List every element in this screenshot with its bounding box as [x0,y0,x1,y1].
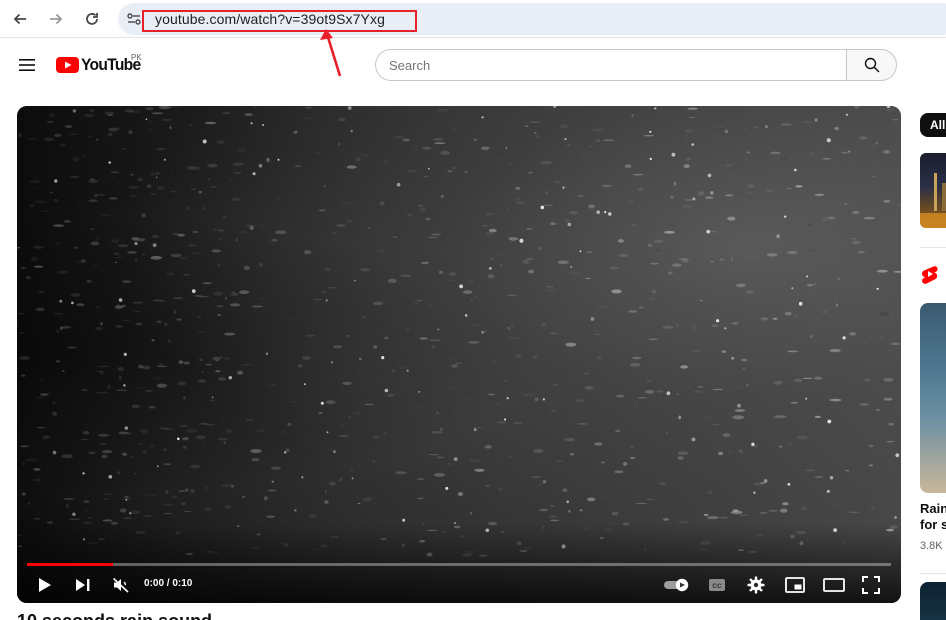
url-highlight-annotation [142,10,417,32]
miniplayer-icon [785,577,805,593]
next-icon [76,579,90,591]
back-button[interactable] [8,7,32,31]
progress-bar[interactable] [27,563,891,566]
svg-text:CC: CC [712,583,722,590]
short-thumbnail[interactable] [920,303,946,493]
closed-captions-icon: CC [709,579,725,591]
time-display: 0:00 / 0:10 [144,578,193,589]
chip-all[interactable]: All [920,113,946,137]
short-title-line-1: Rain [920,501,946,516]
youtube-play-logo-icon [56,57,79,73]
hamburger-menu-icon [19,59,35,71]
fullscreen-button[interactable] [859,572,883,598]
next-button[interactable] [71,572,95,598]
arrow-right-icon [50,13,63,25]
search-field[interactable] [375,49,847,81]
fullscreen-icon [862,576,880,594]
short-title[interactable]: Rain for s [920,501,946,533]
autoplay-toggle[interactable] [663,572,691,598]
subtitles-button[interactable]: CC [705,572,729,598]
reload-button[interactable] [80,7,104,31]
guide-menu-button[interactable] [14,52,40,78]
volume-muted-icon [112,577,129,593]
search-button[interactable] [846,49,897,81]
theater-mode-button[interactable] [821,572,847,598]
country-code: PK [131,53,142,62]
site-info-icon[interactable] [126,11,142,27]
forward-button[interactable] [44,7,68,31]
autoplay-toggle-icon [664,578,689,592]
sidebar-divider [920,573,946,574]
miniplayer-button[interactable] [783,572,807,598]
search-input[interactable] [376,50,847,80]
video-title: 10 seconds rain sound [17,611,212,620]
play-icon [39,578,51,592]
youtube-header: YouTube PK [0,38,946,94]
recommended-video-thumbnail[interactable] [920,153,946,228]
shorts-logo-icon [922,266,938,284]
video-player[interactable]: 0:00 / 0:10 CC [17,106,901,603]
reload-icon [86,13,98,25]
short-thumbnail[interactable] [920,582,946,620]
short-title-line-2: for s [920,517,946,532]
settings-button[interactable] [744,572,768,598]
gear-icon [747,576,765,594]
progress-fill [27,563,114,566]
play-button[interactable] [33,572,57,598]
mute-button[interactable] [109,572,133,598]
sidebar-divider [920,247,946,248]
city-night-thumbnail-art [920,173,946,228]
theater-mode-icon [823,578,845,592]
arrow-left-icon [13,13,26,25]
short-view-count: 3.8K [920,540,943,552]
search-icon [864,57,879,73]
